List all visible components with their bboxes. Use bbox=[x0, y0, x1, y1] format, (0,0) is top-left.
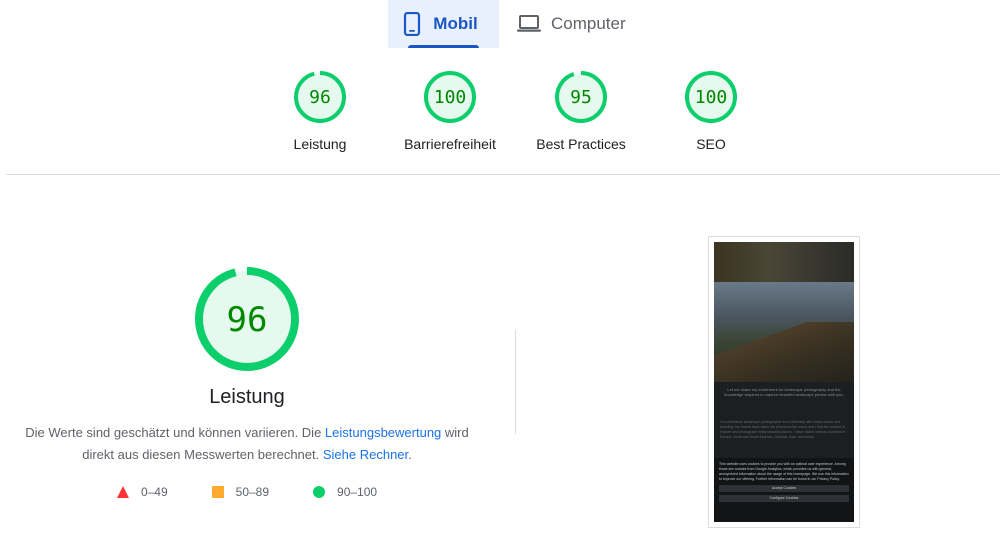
score-gauge-seo[interactable]: 100 SEO bbox=[646, 70, 776, 152]
section-divider bbox=[6, 174, 1000, 175]
legend-range: 0–49 bbox=[140, 485, 168, 499]
square-icon bbox=[211, 486, 224, 498]
score-value: 96 bbox=[227, 300, 268, 340]
score-label: Barrierefreiheit bbox=[404, 136, 496, 152]
score-gauge-best-practices[interactable]: 95 Best Practices bbox=[516, 70, 646, 152]
accept-cookies-button: Accept Cookies bbox=[719, 485, 849, 492]
cookie-text: This website uses cookies to provide you… bbox=[719, 462, 849, 481]
screenshot-body-text: I'm a freelance landscape photographer f… bbox=[720, 420, 846, 439]
section-title: Leistung bbox=[209, 386, 285, 408]
legend-item-average: 50–89 bbox=[211, 485, 270, 499]
score-gauge-accessibility[interactable]: 100 Barrierefreiheit bbox=[385, 70, 515, 152]
tab-mobile[interactable]: Mobil bbox=[388, 0, 499, 48]
page-screenshot: Let me share my excitement for landscape… bbox=[714, 242, 854, 522]
screenshot-cookie-banner: This website uses cookies to provide you… bbox=[714, 458, 854, 522]
vertical-divider bbox=[515, 330, 516, 434]
score-legend: 0–49 50–89 90–100 bbox=[0, 485, 494, 499]
score-value: 100 bbox=[695, 87, 728, 108]
legend-item-fail: 0–49 bbox=[116, 485, 168, 499]
legend-item-pass: 90–100 bbox=[313, 485, 377, 499]
device-tabs: Mobil Computer bbox=[388, 0, 626, 48]
smartphone-icon bbox=[404, 12, 421, 36]
score-value: 95 bbox=[570, 87, 592, 108]
calculator-link[interactable]: Siehe Rechner bbox=[323, 447, 408, 462]
legend-range: 90–100 bbox=[337, 485, 378, 499]
score-value: 96 bbox=[309, 87, 331, 108]
description-text: . bbox=[408, 447, 412, 462]
performance-gauge-large: 96 bbox=[193, 265, 301, 378]
screenshot-headline: Let me share my excitement for landscape… bbox=[724, 387, 844, 397]
gauge-ring: 96 bbox=[195, 267, 299, 371]
gauge-ring: 100 bbox=[424, 71, 476, 123]
active-tab-indicator bbox=[408, 45, 479, 48]
laptop-icon bbox=[517, 15, 541, 32]
tab-desktop[interactable]: Computer bbox=[499, 0, 626, 48]
gauge-ring: 100 bbox=[685, 71, 737, 123]
screenshot-hero-image bbox=[714, 282, 854, 382]
circle-icon bbox=[313, 486, 326, 498]
gauge-ring: 96 bbox=[294, 71, 346, 123]
tab-desktop-label: Computer bbox=[551, 14, 626, 33]
triangle-icon bbox=[116, 486, 129, 498]
legend-range: 50–89 bbox=[235, 485, 270, 499]
scoring-link[interactable]: Leistungsbewertung bbox=[325, 425, 441, 440]
score-label: Best Practices bbox=[536, 136, 626, 152]
score-value: 100 bbox=[434, 87, 467, 108]
score-label: Leistung bbox=[293, 136, 347, 152]
description-text: Die Werte sind geschätzt und können vari… bbox=[25, 425, 325, 440]
score-label: SEO bbox=[696, 136, 726, 152]
score-description: Die Werte sind geschätzt und können vari… bbox=[20, 422, 474, 466]
configure-cookies-button: Configure Cookies bbox=[719, 495, 849, 502]
gauge-ring: 95 bbox=[555, 71, 607, 123]
tab-mobile-label: Mobil bbox=[433, 14, 478, 33]
screenshot-header-image bbox=[714, 242, 854, 282]
final-screenshot-thumbnail[interactable]: Let me share my excitement for landscape… bbox=[708, 236, 860, 528]
score-gauge-performance[interactable]: 96 Leistung bbox=[255, 70, 385, 152]
